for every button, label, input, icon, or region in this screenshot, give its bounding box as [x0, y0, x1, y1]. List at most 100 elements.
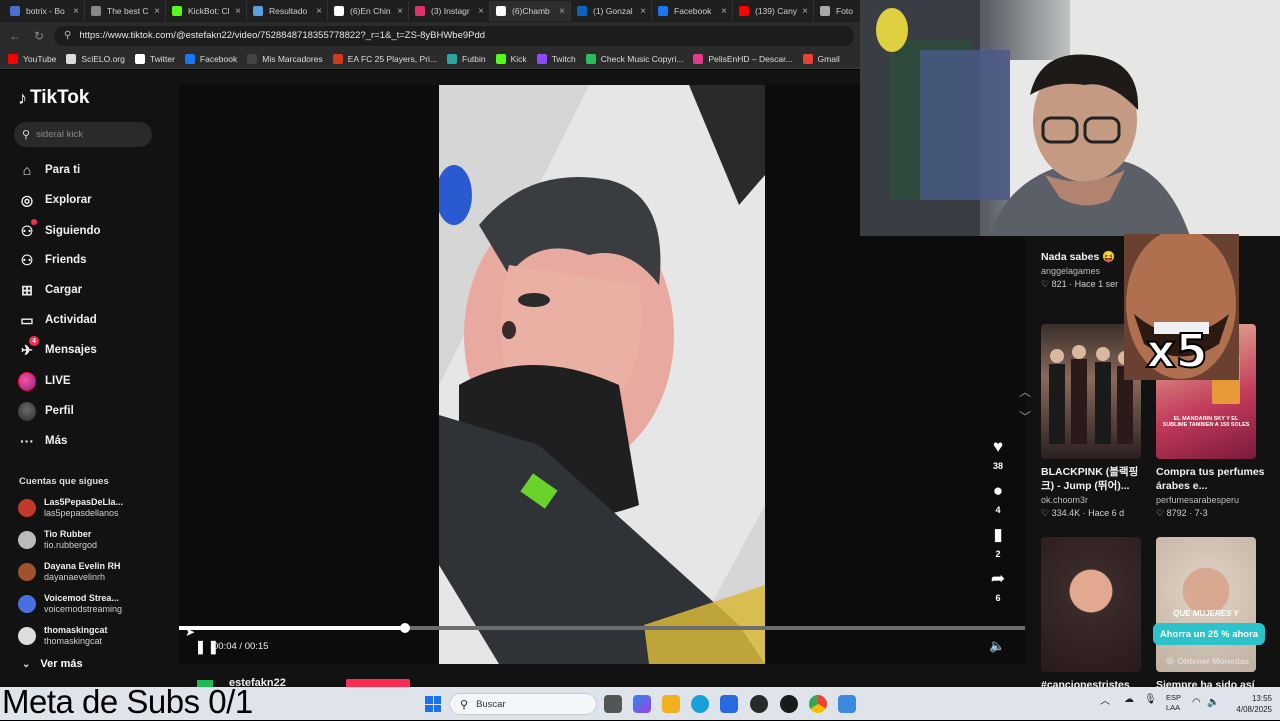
tab-close-icon[interactable]: × [640, 6, 646, 17]
bookmark-item[interactable]: Futbin [447, 53, 486, 64]
bookmark-item[interactable]: Twitter [134, 53, 175, 64]
tab-favicon-icon [172, 6, 182, 16]
sidebar-item-cargar[interactable]: ⊞ Cargar [18, 279, 82, 301]
sidebar-item-para-ti[interactable]: ⌂ Para ti [18, 159, 80, 181]
bookmark-item[interactable]: Twitch [536, 53, 576, 64]
cloud-icon[interactable]: ☁ [1124, 694, 1134, 705]
browser-tab[interactable]: (3) Instagr × [409, 1, 490, 21]
browser-tab[interactable]: (139) Cany × [733, 1, 814, 21]
edge-icon[interactable] [691, 695, 709, 713]
previous-video-icon[interactable]: ︿ [1016, 383, 1034, 400]
back-icon[interactable]: ← [6, 29, 24, 43]
bookmark-item[interactable]: PelisEnHD – Descar... [693, 53, 793, 64]
tab-close-icon[interactable]: × [478, 6, 484, 17]
address-bar[interactable]: ⚲ https://www.tiktok.com/@estefakn22/vid… [54, 25, 854, 46]
browser-tab[interactable]: (6)En Chin × [328, 1, 409, 21]
progress-handle[interactable] [399, 623, 410, 633]
video-frame[interactable] [439, 85, 765, 664]
sidebar-item-mensajes[interactable]: ✈ 4 Mensajes [18, 336, 97, 361]
following-account[interactable]: Dayana Evelin RH dayanaevelinrh [18, 558, 121, 586]
following-account[interactable]: Tio Rubber tio.rubbergod [18, 526, 97, 554]
microphone-icon[interactable]: 🎙 [1144, 694, 1157, 705]
following-account[interactable]: Voicemod Strea... voicemodstreaming [18, 590, 122, 618]
store-icon[interactable] [720, 695, 738, 713]
bookmark-label: Gmail [817, 53, 840, 64]
sidebar-item-label: Explorar [45, 194, 92, 206]
friends-icon: ⚇ [20, 251, 34, 268]
sidebar-item-label: Mensajes [45, 344, 97, 356]
browser-tab[interactable]: Resultado × [247, 1, 328, 21]
app-icon[interactable] [838, 695, 856, 713]
sidebar-item-friends[interactable]: ⚇ Friends [18, 249, 87, 271]
bookmark-item[interactable]: YouTube [8, 53, 56, 64]
browser-tab[interactable]: Facebook × [652, 1, 733, 21]
tab-close-icon[interactable]: × [235, 6, 241, 17]
progress-bar[interactable] [179, 623, 1025, 633]
file-explorer-icon[interactable] [662, 695, 680, 713]
search-input[interactable]: ⚲ sideral kick [14, 122, 152, 147]
bookmark-item[interactable]: Gmail [802, 53, 840, 64]
browser-tab[interactable]: botrix - Bo × [4, 1, 85, 21]
sidebar-item-actividad[interactable]: ▭ Actividad [18, 309, 96, 331]
get-coins-label[interactable]: ◎ Obtener Monedas [1166, 655, 1249, 666]
tab-close-icon[interactable]: × [316, 6, 322, 17]
obs-icon[interactable] [780, 695, 798, 713]
logo-text: TikTok [30, 87, 90, 108]
site-info-icon[interactable]: ⚲ [64, 30, 71, 41]
recommendation-author: ok.choom3r [1041, 495, 1089, 505]
sidebar-item-live[interactable]: LIVE [18, 370, 71, 392]
share-count: 6 [995, 593, 1001, 603]
see-more-button[interactable]: ⌄ Ver más [22, 658, 83, 670]
chevron-up-icon[interactable]: ︿ [1100, 692, 1110, 707]
bookmark-item[interactable]: Facebook [184, 53, 237, 64]
sidebar-item-perfil[interactable]: Perfil [18, 400, 74, 422]
url-text: https://www.tiktok.com/@estefakn22/video… [79, 30, 486, 41]
tab-close-icon[interactable]: × [154, 6, 160, 17]
windows-start-icon[interactable] [425, 696, 441, 712]
tab-close-icon[interactable]: × [802, 6, 808, 17]
browser-tab[interactable]: KickBot: Cl × [166, 1, 247, 21]
save-button[interactable]: ▮ 2 [988, 525, 1008, 559]
chrome-icon[interactable] [809, 695, 827, 713]
browser-tab[interactable]: The best C × [85, 1, 166, 21]
volume-icon[interactable]: 🔈 [989, 638, 1005, 654]
sidebar-item-label: Perfil [45, 405, 74, 417]
app-icon[interactable] [750, 695, 768, 713]
sidebar-item-explorar[interactable]: ◎ Explorar [18, 189, 92, 211]
bookmark-item[interactable]: Check Music Copyri... [585, 53, 683, 64]
sidebar-item-label: Para ti [45, 164, 81, 176]
language-indicator[interactable]: ESP LAA [1166, 693, 1181, 713]
browser-tab[interactable]: (6)Chamb × [490, 1, 571, 21]
browser-tab[interactable]: (1) Gonzal × [571, 1, 652, 21]
recommendation-card[interactable]: #cancionestristes [1041, 537, 1151, 692]
bookmark-item[interactable]: Kick [495, 53, 527, 64]
tab-close-icon[interactable]: × [397, 6, 403, 17]
clock[interactable]: 13:55 4/08/2025 [1226, 693, 1272, 715]
taskbar-search[interactable]: ⚲ Buscar [449, 693, 597, 715]
bookmark-favicon-icon [536, 53, 547, 64]
wifi-icon[interactable]: ◠ [1192, 697, 1201, 708]
follow-button[interactable] [346, 679, 410, 687]
bookmark-item[interactable]: EA FC 25 Players, Pri... [332, 53, 437, 64]
tiktok-logo[interactable]: ♪ TikTok [18, 87, 89, 109]
like-button[interactable]: ♥ 38 [988, 437, 1008, 471]
bookmark-item[interactable]: SciELO.org [66, 53, 125, 64]
comment-button[interactable]: ● 4 [988, 481, 1008, 515]
copilot-icon[interactable] [633, 695, 651, 713]
share-button[interactable]: ➦ 6 [988, 569, 1008, 603]
bookmark-item[interactable]: Mis Marcadores [247, 53, 323, 64]
sidebar-item-siguiendo[interactable]: ⚇ Siguiendo [18, 219, 101, 242]
following-account[interactable]: thomaskingcat thomaskingcat [18, 622, 108, 650]
coins-promo-button[interactable]: Ahorra un 25 % ahora [1153, 623, 1265, 645]
speaker-icon[interactable]: 🔈 [1207, 697, 1219, 708]
following-account[interactable]: Las5PepasDeLla... las5pepasdellanos [18, 494, 123, 522]
tab-close-icon[interactable]: × [721, 6, 727, 17]
next-video-icon[interactable]: ﹀ [1016, 408, 1034, 425]
sidebar-item-más[interactable]: ··· Más [18, 430, 67, 452]
tab-close-icon[interactable]: × [73, 6, 79, 17]
reload-icon[interactable]: ↻ [30, 29, 48, 43]
notification-dot [31, 219, 37, 225]
tab-close-icon[interactable]: × [559, 6, 565, 17]
task-view-icon[interactable] [604, 695, 622, 713]
recommendation-card[interactable]: QUE MUJERES Y Siempre ha sido así [1156, 537, 1266, 692]
